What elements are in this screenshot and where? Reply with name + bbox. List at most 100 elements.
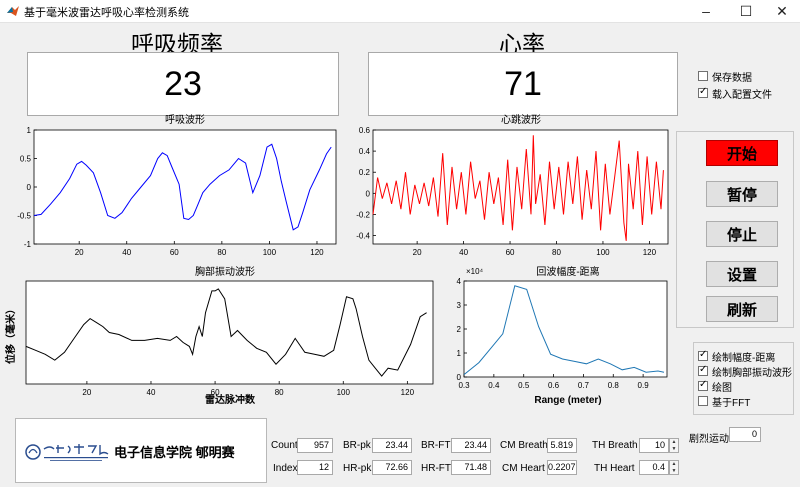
- plot-options: 绘制幅度-距离 绘制胸部振动波形 绘图 基于FFT: [698, 349, 792, 409]
- title-bar: 基于毫米波雷达呼吸心率检测系统 – ☐ ✕: [0, 0, 800, 23]
- draw-amplitude-range-checkbox[interactable]: 绘制幅度-距离: [698, 349, 792, 364]
- heart-rate-value: 71: [368, 52, 678, 116]
- school-name: 电子信息学院 郇明赛: [114, 445, 235, 460]
- y-tick-label: 0: [27, 183, 32, 192]
- plot-area: [372, 129, 669, 245]
- x-axis-label: Range (meter): [534, 395, 601, 406]
- x-tick-label: 80: [552, 248, 561, 257]
- down-arrow-icon[interactable]: ▼: [672, 446, 677, 452]
- x-tick-label: 60: [211, 388, 220, 397]
- y-tick-label: 0.4: [359, 147, 371, 156]
- checkbox-box[interactable]: [698, 71, 708, 81]
- plot-area: [25, 280, 434, 385]
- exponent-label: ×10⁴: [466, 267, 484, 276]
- br-ft-label: BR-FT: [421, 440, 451, 451]
- save-data-checkbox[interactable]: 保存数据: [698, 69, 772, 84]
- x-tick-label: 0.6: [548, 381, 560, 390]
- down-arrow-icon[interactable]: ▼: [672, 468, 677, 474]
- university-logo-icon: [25, 444, 109, 461]
- hr-pk-label: HR-pk: [343, 463, 372, 474]
- y-tick-label: 2: [457, 325, 462, 334]
- y-tick-label: 1: [27, 126, 32, 135]
- plot-area: [33, 129, 337, 245]
- chart-title: 胸部振动波形: [195, 265, 255, 278]
- th-heart-field[interactable]: 0.4: [639, 460, 669, 475]
- x-tick-label: 40: [459, 248, 468, 257]
- y-tick-label: 0: [457, 373, 462, 382]
- matlab-app-icon: [7, 6, 19, 16]
- br-ft-field[interactable]: 23.44: [451, 438, 491, 453]
- x-tick-label: 0.3: [458, 381, 470, 390]
- y-tick-label: -0.2: [356, 210, 370, 219]
- x-tick-label: 60: [170, 248, 179, 257]
- x-tick-label: 0.8: [608, 381, 620, 390]
- y-tick-label: 0.5: [20, 155, 32, 164]
- x-tick-label: 80: [275, 388, 284, 397]
- checkbox-box[interactable]: [698, 364, 708, 376]
- plot-checkbox[interactable]: 绘图: [698, 379, 792, 394]
- y-tick-label: -0.5: [17, 212, 31, 221]
- settings-button[interactable]: 设置: [706, 261, 778, 287]
- th-heart-label: TH Heart: [594, 463, 635, 474]
- checkbox-box[interactable]: [698, 86, 708, 98]
- th-breath-label: TH Breath: [592, 440, 638, 451]
- checkbox-box[interactable]: [698, 379, 708, 391]
- close-button[interactable]: ✕: [762, 0, 800, 22]
- fft-based-checkbox[interactable]: 基于FFT: [698, 394, 792, 409]
- chest-vibration-chart: 胸部振动波形 雷达脉冲数 位移（毫米） 20 40 60 80 100 120: [4, 265, 434, 406]
- x-tick-label: 40: [122, 248, 131, 257]
- minimize-button[interactable]: –: [686, 0, 726, 22]
- chart-title: 呼吸波形: [165, 113, 205, 126]
- window-title: 基于毫米波雷达呼吸心率检测系统: [24, 7, 189, 19]
- x-tick-label: 20: [75, 248, 84, 257]
- checkbox-box[interactable]: [698, 349, 708, 361]
- th-heart-spinner[interactable]: ▲ ▼: [669, 460, 679, 475]
- x-tick-label: 80: [217, 248, 226, 257]
- br-pk-label: BR-pk: [343, 440, 371, 451]
- load-config-checkbox[interactable]: 载入配置文件: [698, 86, 772, 101]
- x-tick-label: 120: [401, 388, 415, 397]
- pause-button[interactable]: 暂停: [706, 181, 778, 207]
- br-pk-field[interactable]: 23.44: [372, 438, 412, 453]
- plot-area: [463, 280, 668, 378]
- th-breath-field[interactable]: 10: [639, 438, 669, 453]
- heartbeat-waveform-chart: 心跳波形 20 40 60 80 100 120 -0.4 -0.2 0 0.2 0.4 0.6: [356, 113, 669, 257]
- x-tick-label: 0.9: [638, 381, 650, 390]
- count-field[interactable]: 957: [297, 438, 333, 453]
- stop-button[interactable]: 停止: [706, 221, 778, 247]
- x-tick-label: 20: [82, 388, 91, 397]
- cm-heart-field[interactable]: 0.2207: [547, 460, 577, 475]
- y-axis-label: 位移（毫米）: [4, 304, 17, 364]
- y-tick-label: 1: [457, 349, 462, 358]
- motion-label: 剧烈运动: [689, 434, 729, 445]
- count-label: Count: [271, 440, 298, 451]
- index-field[interactable]: 12: [297, 460, 333, 475]
- th-breath-spinner[interactable]: ▲ ▼: [669, 438, 679, 453]
- cm-breath-field[interactable]: 5.819: [547, 438, 577, 453]
- x-tick-label: 100: [596, 248, 610, 257]
- up-arrow-icon[interactable]: ▲: [672, 439, 677, 445]
- hr-pk-field[interactable]: 72.66: [372, 460, 412, 475]
- x-tick-label: 0.7: [578, 381, 590, 390]
- range-amplitude-chart: 回波幅度-距离 ×10⁴ Range (meter) 0.3 0.4 0.5 0.6 0…: [457, 265, 668, 406]
- y-tick-label: 0.6: [359, 126, 371, 135]
- y-tick-label: 3: [457, 301, 462, 310]
- y-tick-label: 0.2: [359, 168, 371, 177]
- up-arrow-icon[interactable]: ▲: [672, 461, 677, 467]
- x-tick-label: 60: [506, 248, 515, 257]
- chart-title: 回波幅度-距离: [536, 265, 599, 278]
- checkbox-box[interactable]: [698, 396, 708, 406]
- chart-title: 心跳波形: [501, 113, 541, 126]
- refresh-button[interactable]: 刷新: [706, 296, 778, 322]
- motion-field[interactable]: 0: [729, 427, 761, 442]
- x-tick-label: 40: [147, 388, 156, 397]
- start-button[interactable]: 开始: [706, 140, 778, 166]
- y-tick-label: 0: [366, 189, 371, 198]
- draw-chest-wave-checkbox[interactable]: 绘制胸部振动波形: [698, 364, 792, 379]
- breath-rate-value: 23: [27, 52, 339, 116]
- maximize-button[interactable]: ☐: [726, 0, 766, 22]
- school-logo-panel: 电子信息学院 郇明赛: [15, 418, 267, 483]
- hr-ft-label: HR-FT: [421, 463, 451, 474]
- x-tick-label: 100: [263, 248, 277, 257]
- hr-ft-field[interactable]: 71.48: [451, 460, 491, 475]
